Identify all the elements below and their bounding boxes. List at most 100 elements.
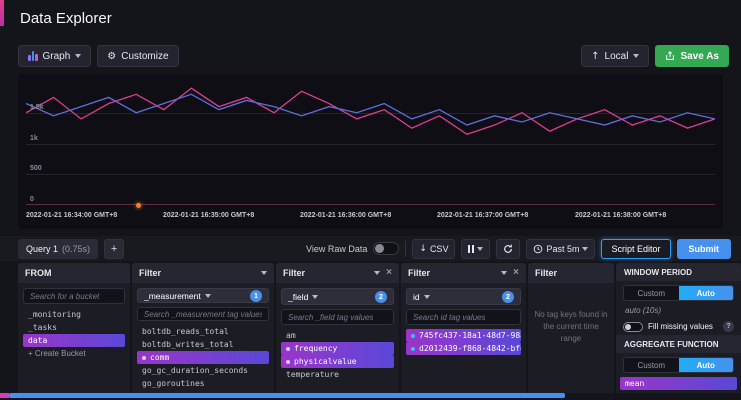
tag-value-item[interactable]: go_gc_duration_seconds [137,364,269,377]
bucket-list: _monitoring _tasks data + Create Bucket [23,308,125,360]
time-range-dropdown[interactable]: Past 5m [526,239,595,259]
tag-key-label: _field [288,292,308,302]
selected-dot-icon [286,347,290,351]
local-label: Local [605,51,629,62]
view-toolbar: Graph ⚙ Customize ↑ Local Save As [18,44,729,68]
aggregate-custom-option[interactable]: Custom [624,358,679,372]
help-icon[interactable]: ? [723,321,734,332]
chart-series-pink [26,88,715,134]
view-raw-data-toggle[interactable] [373,242,399,255]
window-auto-value: auto (10s) [623,305,734,316]
filter-title: Filter [139,268,161,278]
script-editor-button[interactable]: Script Editor [601,239,670,259]
bucket-item-selected[interactable]: data [23,334,125,347]
query-tab[interactable]: Query 1 (0.75s) [18,239,98,259]
y-tick-label: 1k [30,135,38,142]
bucket-search-input[interactable] [23,288,125,304]
close-icon[interactable]: × [386,268,392,278]
tag-value-item[interactable]: boltdb_reads_total [137,325,269,338]
window-custom-option[interactable]: Custom [624,286,679,300]
nav-accent-strip [0,0,4,26]
chevron-down-icon [633,54,639,58]
chevron-down-icon [424,295,430,299]
chart-series-blue [26,94,715,125]
tag-value-list: am frequency physicalvalue temperature [281,329,394,381]
filter-panel-measurement: Filter _measurement 1 boltdb_reads_total… [132,263,274,393]
customize-label: Customize [121,51,168,62]
view-type-label: Graph [43,51,71,62]
chevron-down-icon[interactable] [374,271,380,275]
tag-value-item-selected[interactable]: comm [137,351,269,364]
arrow-up-icon: ↑ [591,51,599,62]
function-item-selected[interactable]: mean [620,377,737,390]
submit-button[interactable]: Submit [677,239,732,259]
tag-value-item[interactable]: go_goroutines [137,377,269,390]
tag-key-label: id [413,292,420,302]
local-dropdown[interactable]: ↑ Local [581,45,649,67]
filter-title: Filter [535,268,557,278]
selected-count-badge: 2 [375,291,387,303]
chevron-down-icon[interactable] [501,271,507,275]
tag-value-item[interactable]: temperature [281,368,394,381]
graph-icon [28,51,38,61]
scrollbar-thumb[interactable] [9,393,565,398]
query-bar: Query 1 (0.75s) + View Raw Data ↓ CSV Pa… [0,236,741,261]
save-as-button[interactable]: Save As [655,45,729,67]
divider [405,241,406,257]
download-icon: ↓ [419,244,427,254]
y-tick-label: 500 [30,165,42,172]
id-search-input[interactable] [406,309,521,325]
view-type-dropdown[interactable]: Graph [18,45,91,67]
add-query-button[interactable]: + [104,239,124,259]
tag-value-label: physicalvalue [294,357,357,366]
tag-value-item[interactable]: boltdb_writes_total [137,338,269,351]
tag-value-item-selected[interactable]: frequency [281,342,394,355]
toggle-knob [375,244,384,253]
tag-key-dropdown[interactable]: _measurement 1 [137,288,269,303]
tag-key-dropdown[interactable]: _field 2 [281,288,394,305]
bucket-item[interactable]: _monitoring [23,308,125,321]
query-tab-duration: (0.75s) [62,244,90,254]
selected-count-badge: 1 [250,290,262,302]
tag-value-list: boltdb_reads_total boltdb_writes_total c… [137,325,269,393]
field-search-input[interactable] [281,309,394,325]
y-tick-label: 0 [30,196,34,203]
tag-value-item-selected[interactable]: d2012439-f868-4842-bfef-8… [406,342,521,355]
filter-panel-empty: Filter No tag keys found in the current … [528,263,614,393]
selected-dot-icon [411,347,415,351]
selected-dot-icon [286,360,290,364]
tag-value-label: 745fc437-18a1-48d7-98a6-7… [419,331,521,340]
refresh-button[interactable] [496,239,520,259]
create-bucket-button[interactable]: + Create Bucket [23,347,125,360]
aggregate-auto-option[interactable]: Auto [679,358,734,372]
measurement-search-input[interactable] [137,307,269,321]
gear-icon: ⚙ [107,51,116,62]
window-period-segmented: Custom Auto [623,285,734,301]
filter-title: Filter [283,268,305,278]
time-range-label: Past 5m [546,244,579,254]
fill-missing-values-toggle[interactable] [623,322,643,332]
pause-button[interactable] [461,239,490,259]
scrollbar-accent [0,393,9,398]
x-tick-label: 2022-01-21 16:36:00 GMT+8 [300,212,391,219]
bucket-item[interactable]: _tasks [23,321,125,334]
tag-value-item-selected[interactable]: 745fc437-18a1-48d7-98a6-7… [406,329,521,342]
y-tick-label: 1.5k [30,104,44,111]
chevron-down-icon[interactable] [261,271,267,275]
x-tick-label: 2022-01-21 16:34:00 GMT+8 [26,212,117,219]
horizontal-scrollbar [0,393,741,398]
close-icon[interactable]: × [513,268,519,278]
chevron-down-icon [582,247,588,251]
window-panel: WINDOW PERIOD Custom Auto auto (10s) Fil… [616,263,741,393]
csv-download-button[interactable]: ↓ CSV [412,239,455,259]
x-tick-label: 2022-01-21 16:38:00 GMT+8 [575,212,666,219]
customize-button[interactable]: ⚙ Customize [97,45,178,67]
window-auto-option[interactable]: Auto [679,286,734,300]
tag-value-item-selected[interactable]: physicalvalue [281,355,394,368]
tag-value-label: frequency [294,344,337,353]
chart-plot-area[interactable]: 1.5k 1k 500 0 [26,82,715,205]
x-tick-label: 2022-01-21 16:35:00 GMT+8 [163,212,254,219]
tag-value-item[interactable]: am [281,329,394,342]
tag-key-dropdown[interactable]: id 2 [406,288,521,305]
filter-panel-id: Filter × id 2 745fc437-18a1-48d7-98a6-7… [401,263,526,393]
